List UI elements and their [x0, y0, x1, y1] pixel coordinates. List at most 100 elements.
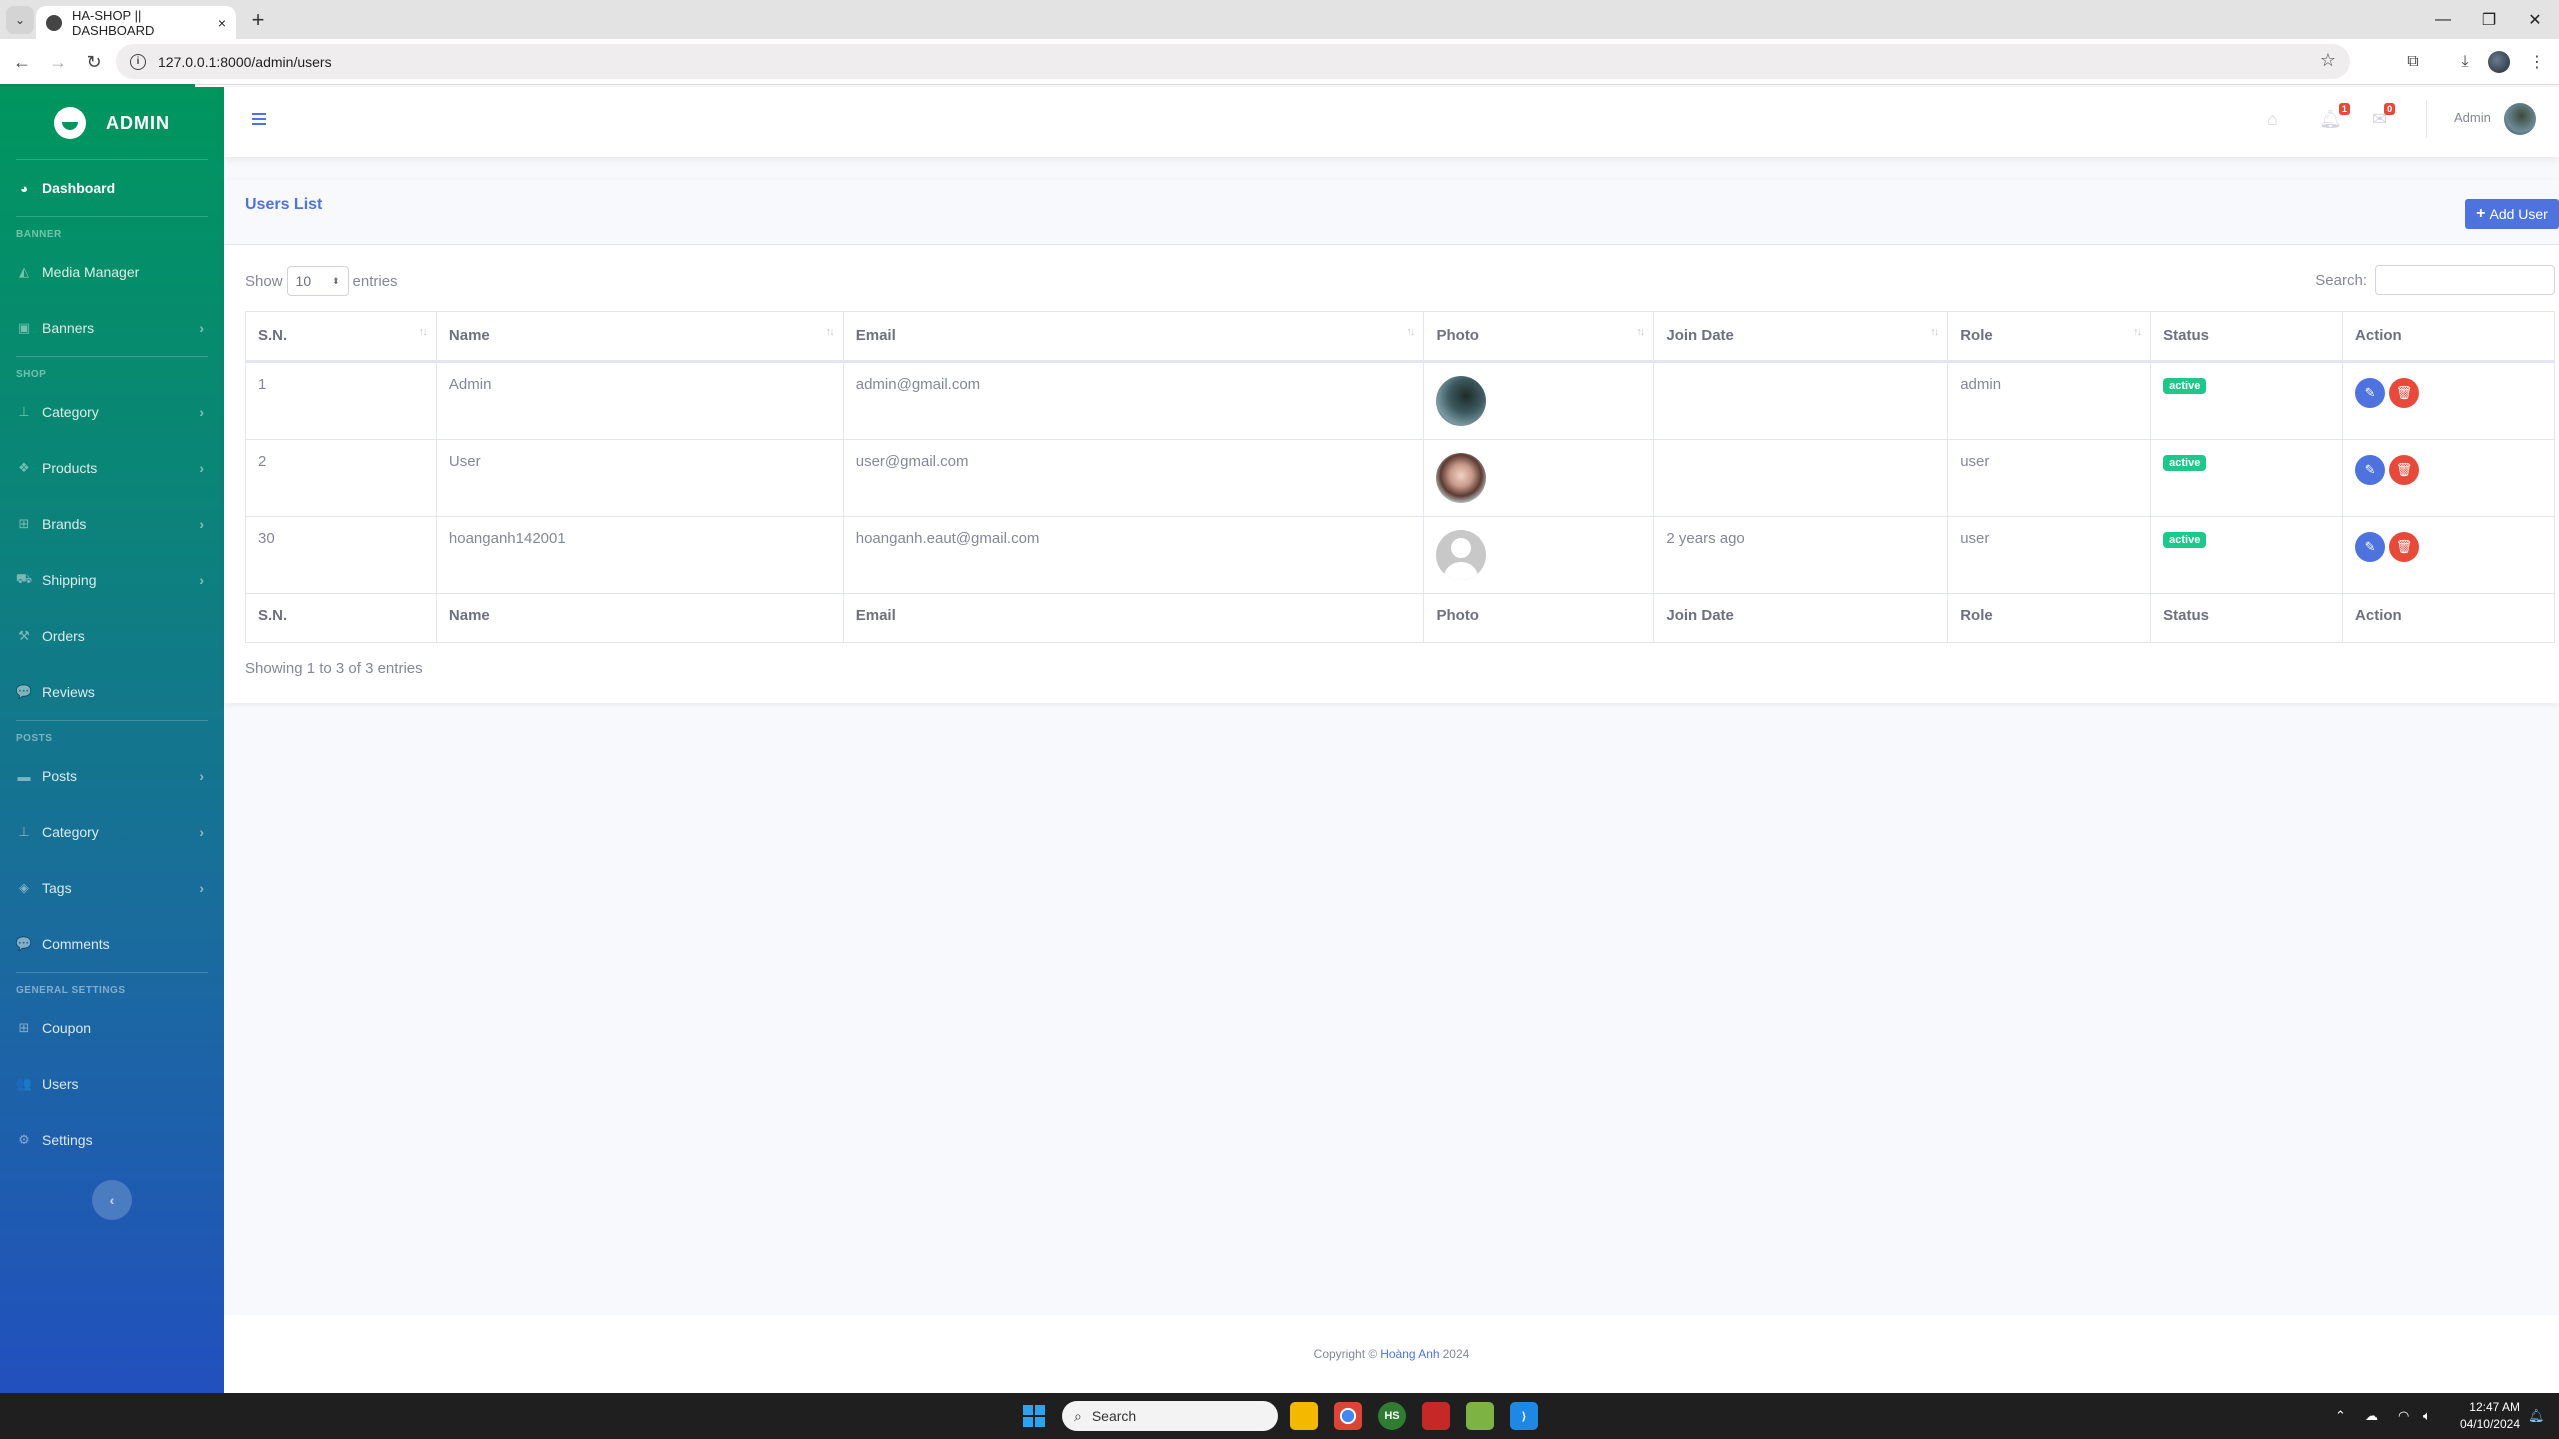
profile-avatar[interactable] [2488, 51, 2510, 73]
sidebar-item-banners[interactable]: ▣ Banners › [0, 300, 224, 356]
author-link[interactable]: Hoàng Anh [1380, 1347, 1439, 1361]
minimize-icon[interactable]: — [2420, 0, 2466, 39]
back-icon[interactable]: ← [8, 48, 36, 76]
column-header-action: Action [2342, 311, 2555, 363]
delete-button[interactable]: 🗑︎ [2389, 378, 2420, 408]
sidebar-collapse-button[interactable]: ‹ [92, 1180, 132, 1220]
column-header-role[interactable]: Role ↑↓ [1947, 311, 2152, 363]
column-header-sn[interactable]: S.N. ↑↓ [245, 311, 437, 363]
sidebar-heading-banner: BANNER [16, 229, 62, 240]
address-bar: ← → ↻ i 127.0.0.1:8000/admin/users ☆ ⧉ ⤓… [0, 39, 2559, 85]
sidebar-item-post-category[interactable]: ⊥ Category › [0, 804, 224, 860]
bookmark-star-icon[interactable]: ☆ [2320, 50, 2336, 71]
edit-button[interactable]: ✎ [2355, 455, 2386, 485]
comments-icon: 💬 [15, 684, 33, 699]
cell-role: user [1947, 516, 2152, 594]
forward-icon[interactable]: → [44, 48, 72, 76]
sidebar-item-comments[interactable]: 💬 Comments [0, 916, 224, 972]
messages-count-badge: 0 [2384, 103, 2396, 115]
search-icon: ⌕ [1074, 1407, 1082, 1424]
volume-icon[interactable]: 🔈︎ [2423, 1393, 2431, 1439]
page-length-value: 10 [295, 273, 312, 289]
site-info-icon[interactable]: i [130, 53, 146, 70]
page-length-select[interactable]: 10 ⬍ [286, 266, 349, 296]
home-icon[interactable]: ⌂ [2267, 109, 2278, 130]
sidebar-item-media-manager[interactable]: ◭ Media Manager [0, 244, 224, 300]
close-window-icon[interactable]: ✕ [2512, 0, 2558, 39]
screen-recorder-icon[interactable] [1422, 1402, 1450, 1430]
search-input[interactable] [2375, 265, 2555, 295]
sidebar-item-brands[interactable]: ⊞ Brands › [0, 496, 224, 552]
sidebar-item-tags[interactable]: ◈ Tags › [0, 860, 224, 916]
browser-tab[interactable]: HA-SHOP || DASHBOARD × [36, 6, 236, 39]
sidebar-item-coupon[interactable]: ⊞ Coupon [0, 1000, 224, 1056]
sidebar-item-orders[interactable]: ⚒ Orders [0, 608, 224, 664]
copyright-year: 2024 [1442, 1347, 1470, 1361]
sidebar-item-label: Comments [42, 936, 110, 952]
sidebar-item-posts[interactable]: ▬ Posts › [0, 748, 224, 804]
tray-chevron-icon[interactable]: ⌃ [2335, 1393, 2346, 1439]
sidebar-item-shipping[interactable]: ⛟ Shipping › [0, 552, 224, 608]
windows-start-icon[interactable] [1023, 1405, 1045, 1427]
delete-button[interactable]: 🗑︎ [2389, 455, 2420, 485]
user-name[interactable]: Admin [2454, 110, 2491, 125]
system-clock[interactable]: 12:47 AM 04/10/2024 [2440, 1399, 2520, 1433]
reload-icon[interactable]: ↻ [80, 48, 108, 76]
cell-name: Admin [435, 361, 844, 440]
sidebar-item-dashboard[interactable]: ◕ Dashboard [0, 160, 224, 216]
new-tab-button[interactable]: + [244, 6, 272, 34]
users-table: S.N. ↑↓ Name ↑↓ Email ↑↓ Photo ↑↓ Join Date ↑… [245, 311, 2555, 643]
download-icon[interactable]: ⤓ [2452, 49, 2478, 75]
sidebar-item-reviews[interactable]: 💬 Reviews [0, 664, 224, 720]
vscode-icon[interactable]: ⟩ [1510, 1402, 1538, 1430]
envelope-icon[interactable]: ✉ 0 [2372, 103, 2396, 130]
cell-role: admin [1947, 361, 2152, 440]
chrome-icon[interactable] [1334, 1402, 1362, 1430]
file-explorer-icon[interactable] [1290, 1402, 1318, 1430]
sidebar-item-users[interactable]: 👥 Users [0, 1056, 224, 1112]
notification-bell-icon[interactable]: 🔔︎ [2528, 1393, 2545, 1439]
topbar: ⌂ 🔔︎ 1 ✉ 0 Admin [224, 87, 2559, 157]
smile-logo-icon [54, 107, 86, 139]
add-user-button[interactable]: + Add User [2465, 199, 2559, 229]
default-avatar [1436, 530, 1487, 580]
extensions-icon[interactable]: ⧉ [2400, 49, 2426, 75]
hs-app-icon[interactable]: HS [1378, 1402, 1406, 1430]
edit-button[interactable]: ✎ [2355, 532, 2386, 562]
wifi-icon[interactable]: ◠ [2398, 1393, 2409, 1439]
users-icon: 👥 [15, 1076, 33, 1091]
column-header-email[interactable]: Email ↑↓ [842, 311, 1425, 363]
sidebar-item-label: Category [42, 404, 99, 420]
browser-menu-icon[interactable]: ⋮ [2524, 49, 2550, 75]
sidebar-item-products[interactable]: ❖ Products › [0, 440, 224, 496]
card-header: Users List + Add User [224, 180, 2559, 245]
cubes-icon: ❖ [18, 460, 30, 475]
sidebar-item-settings[interactable]: ⚙ Settings [0, 1112, 224, 1168]
edit-button[interactable]: ✎ [2355, 378, 2386, 408]
table-header-row: S.N. ↑↓ Name ↑↓ Email ↑↓ Photo ↑↓ Join Date ↑… [245, 311, 2555, 363]
tab-close-icon[interactable]: × [218, 15, 226, 31]
column-header-name[interactable]: Name ↑↓ [435, 311, 844, 363]
column-header-join-date[interactable]: Join Date ↑↓ [1653, 311, 1949, 363]
menu-toggle-icon[interactable] [252, 113, 266, 125]
tab-search-button[interactable]: ⌄ [6, 6, 34, 34]
column-header-photo[interactable]: Photo ↑↓ [1423, 311, 1655, 363]
search-label: Search: [2315, 271, 2367, 289]
url-field[interactable]: i 127.0.0.1:8000/admin/users ☆ [116, 44, 2350, 79]
sidebar-heading-shop: SHOP [16, 369, 47, 380]
notepad-icon[interactable] [1466, 1402, 1494, 1430]
sidebar-brand[interactable]: ADMIN [0, 87, 224, 159]
restore-icon[interactable]: ❐ [2466, 0, 2512, 39]
chevron-right-icon: › [199, 768, 204, 784]
delete-button[interactable]: 🗑︎ [2389, 532, 2420, 562]
taskbar-search[interactable]: ⌕ Search [1062, 1401, 1278, 1431]
sidebar-item-category[interactable]: ⊥ Category › [0, 384, 224, 440]
add-user-label: Add User [2489, 206, 2548, 222]
sidebar-item-label: Orders [42, 628, 85, 644]
user-avatar[interactable] [2504, 103, 2536, 135]
footer-name: Name [435, 593, 844, 643]
sitemap-icon: ⊥ [18, 824, 30, 839]
topbar-divider [2426, 100, 2427, 138]
bell-icon[interactable]: 🔔︎ 1 [2319, 103, 2350, 130]
onedrive-icon[interactable]: ☁ [2365, 1393, 2378, 1439]
